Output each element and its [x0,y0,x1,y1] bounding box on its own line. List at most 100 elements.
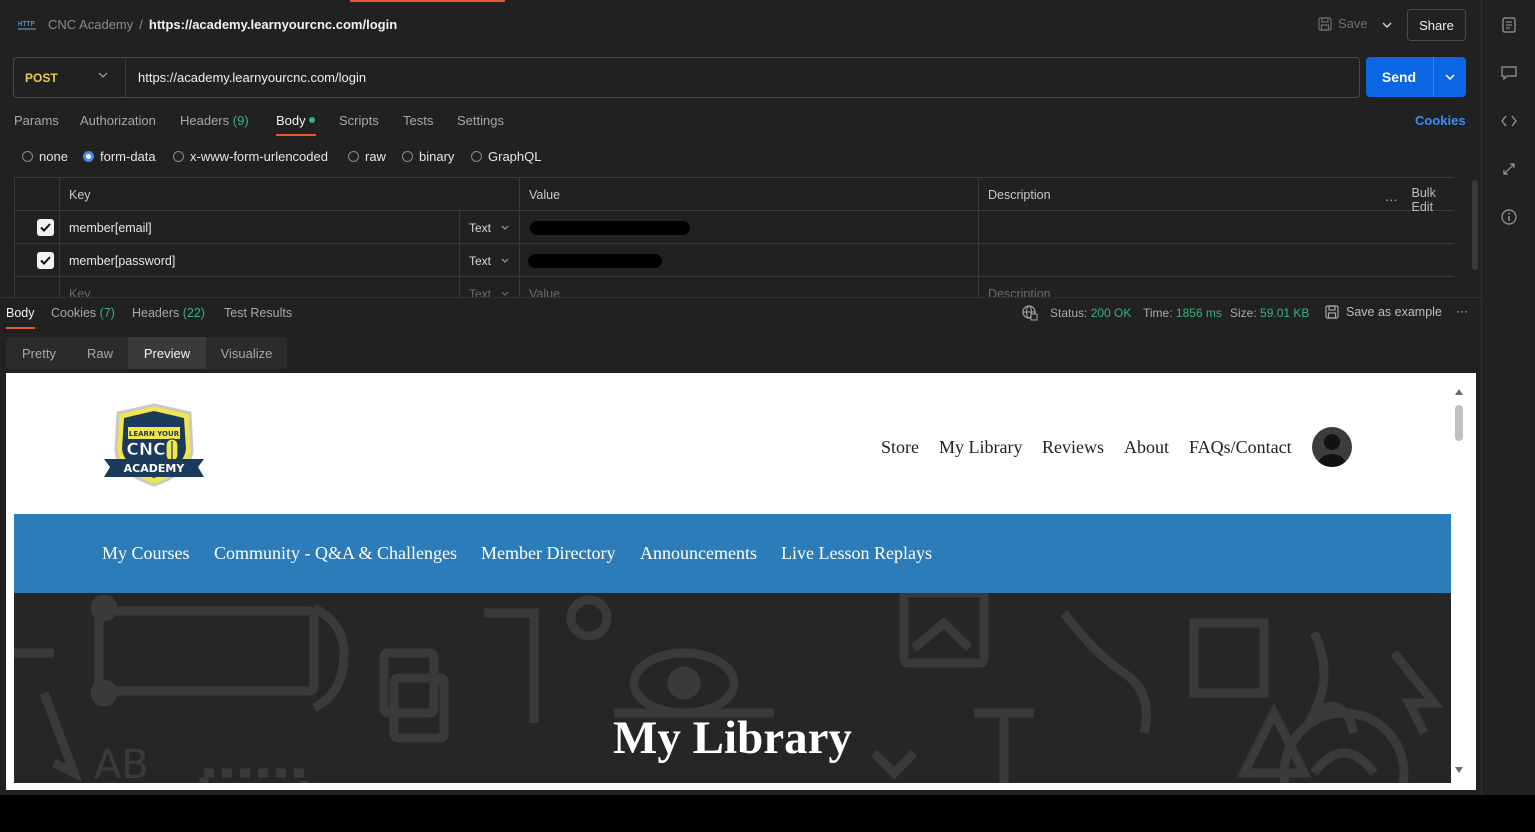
site-nav-community[interactable]: Community - Q&A & Challenges [214,543,457,564]
scroll-down-arrow-icon[interactable] [1455,767,1463,773]
new-type-select[interactable]: Text [460,277,520,297]
globe-network-icon[interactable] [1022,305,1038,321]
user-avatar[interactable] [1312,427,1352,467]
logo-text-mid: CNC [126,440,165,460]
description-input[interactable] [979,211,1454,244]
related-requests-icon[interactable] [1499,159,1519,179]
view-tab-visualize[interactable]: Visualize [206,337,287,369]
save-button[interactable]: Save [1318,16,1368,31]
radio-circle [402,151,413,162]
request-scrollbar[interactable] [1472,180,1478,270]
documentation-icon[interactable] [1499,15,1519,35]
more-options-icon[interactable]: ··· [1456,304,1468,318]
key-input[interactable]: member[password] [60,244,460,277]
tab-scripts[interactable]: Scripts [339,113,379,128]
breadcrumb: CNC Academy / https://academy.learnyourcnc… [48,17,397,32]
bulk-edit[interactable]: ··· Bulk Edit [1385,186,1454,214]
view-tab-preview[interactable]: Preview [128,337,206,369]
cookies-link[interactable]: Cookies [1415,113,1466,128]
row-checkbox[interactable] [37,219,54,236]
site-nav-live-lesson-replays[interactable]: Live Lesson Replays [781,543,932,564]
type-label: Text [469,220,492,235]
http-request-icon: HTTP [18,20,36,30]
type-select[interactable]: Text [460,211,520,244]
breadcrumb-separator: / [139,17,143,32]
radio-label: binary [419,149,455,164]
tab-body[interactable]: Body [276,113,315,128]
value-input[interactable] [520,244,979,277]
tab-body-label: Body [276,113,306,128]
response-tab-cookies[interactable]: Cookies (7) [51,306,115,320]
size-meta[interactable]: Size: 59.01 KB [1230,306,1309,320]
save-options-button[interactable] [1380,16,1394,34]
radio-raw[interactable]: raw [348,149,386,164]
response-tab-body[interactable]: Body [6,306,35,320]
hero-banner: AB My Library [14,593,1451,783]
site-nav-store[interactable]: Store [881,437,919,458]
save-icon [1318,16,1332,31]
row-checkbox[interactable] [37,252,54,269]
status-meta[interactable]: Status: 200 OK [1050,306,1131,320]
value-input[interactable] [520,211,979,244]
tab-settings[interactable]: Settings [457,113,504,128]
send-button[interactable]: Send [1366,57,1432,97]
time-value: 1856 ms [1175,306,1222,320]
info-icon[interactable] [1499,207,1519,227]
save-as-example-button[interactable]: Save as example [1325,305,1442,319]
site-nav-announcements[interactable]: Announcements [640,543,757,564]
workspace-name[interactable]: CNC Academy [48,17,133,32]
send-options-button[interactable] [1434,57,1466,97]
code-icon[interactable] [1499,111,1519,131]
response-tab-headers[interactable]: Headers (22) [132,306,205,320]
type-label: Text [469,286,492,298]
radio-urlencoded[interactable]: x-www-form-urlencoded [173,149,328,164]
radio-form-data[interactable]: form-data [83,149,156,164]
site-nav-faqs-contact[interactable]: FAQs/Contact [1189,437,1292,458]
tab-authorization[interactable]: Authorization [80,113,156,128]
new-value-input[interactable]: Value [520,277,979,297]
redacted-value [528,254,662,268]
site-nav-my-courses[interactable]: My Courses [102,543,190,564]
type-select[interactable]: Text [460,244,520,277]
new-description-input[interactable]: Description [979,277,1454,298]
method-select[interactable]: POST [14,58,126,97]
site-nav-my-library[interactable]: My Library [939,437,1022,458]
radio-none[interactable]: none [22,149,68,164]
chevron-down-icon [501,225,509,230]
comments-icon[interactable] [1499,63,1519,83]
preview-scrollbar[interactable] [1453,387,1465,777]
form-data-table: Key Value Description ··· Bulk Edit memb… [14,177,1454,297]
tab-tests[interactable]: Tests [403,113,433,128]
view-tab-pretty[interactable]: Pretty [6,337,72,369]
response-preview: LEARN YOUR CNC ACADEMY Store My Library … [6,373,1476,790]
tab-params[interactable]: Params [14,113,59,128]
pane-divider[interactable] [0,297,1481,298]
preview-scroll-thumb[interactable] [1455,405,1463,441]
new-key-input[interactable]: Key [60,277,460,297]
radio-circle [348,151,359,162]
request-header: HTTP CNC Academy / https://academy.learnyo… [0,0,1481,50]
share-button[interactable]: Share [1407,9,1466,41]
tab-headers[interactable]: Headers (9) [180,113,249,128]
radio-binary[interactable]: binary [402,149,454,164]
time-meta[interactable]: Time: 1856 ms [1143,306,1222,320]
more-options-icon[interactable]: ··· [1385,193,1398,207]
table-row: member[email] Text [15,211,1454,244]
status-label: Status: [1050,306,1088,320]
save-icon [1325,305,1339,319]
response-tab-test-results[interactable]: Test Results [224,306,292,320]
url-input[interactable]: https://academy.learnyourcnc.com/login [138,58,1338,97]
site-nav-about[interactable]: About [1124,437,1169,458]
view-tab-raw[interactable]: Raw [72,337,128,369]
request-name[interactable]: https://academy.learnyourcnc.com/login [149,17,397,32]
status-value: 200 OK [1090,306,1132,320]
site-nav-member-directory[interactable]: Member Directory [481,543,615,564]
body-active-dot [308,117,315,123]
key-input[interactable]: member[email] [60,211,460,244]
site-nav-reviews[interactable]: Reviews [1042,437,1104,458]
description-input[interactable] [979,244,1454,277]
header-key: Key [60,178,520,211]
radio-graphql[interactable]: GraphQL [471,149,541,164]
cnc-academy-logo[interactable]: LEARN YOUR CNC ACADEMY [102,401,206,489]
scroll-up-arrow-icon[interactable] [1455,389,1463,395]
